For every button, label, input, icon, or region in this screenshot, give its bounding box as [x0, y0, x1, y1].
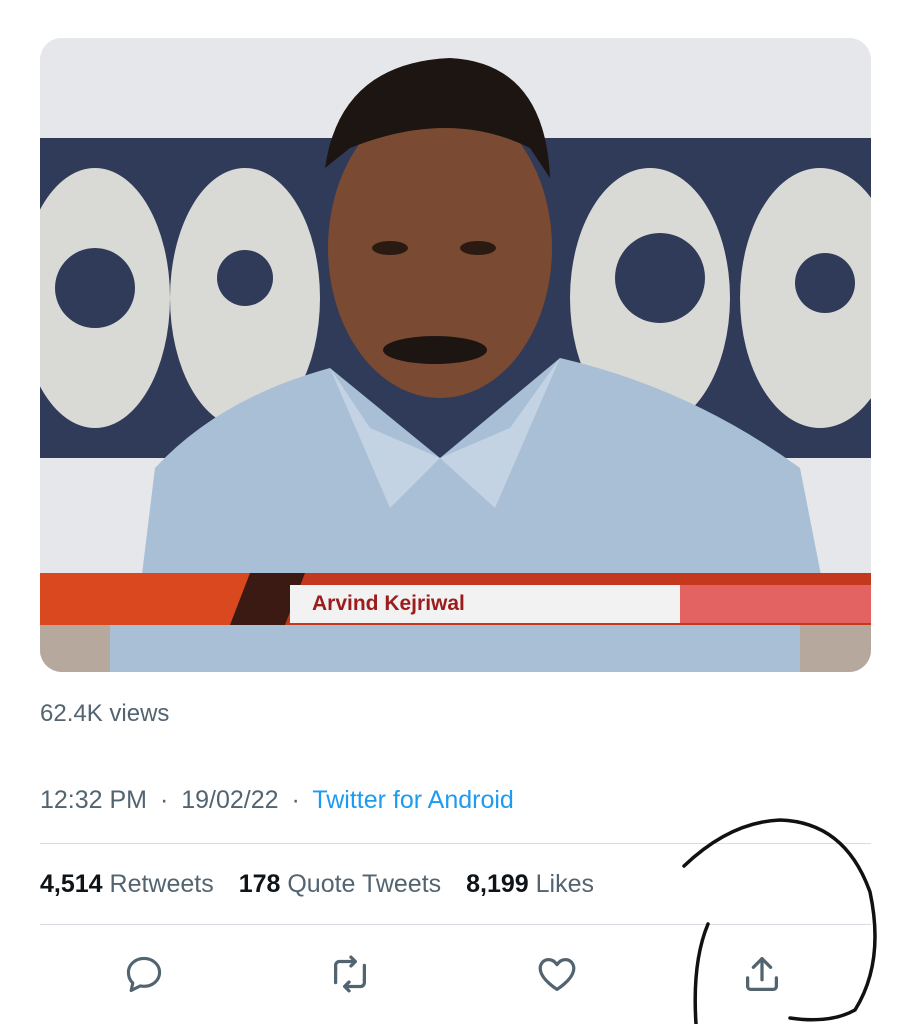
tweet-date[interactable]: 19/02/22	[181, 786, 278, 814]
quote-tweets-stat[interactable]: 178 Quote Tweets	[239, 870, 448, 898]
divider	[40, 843, 871, 844]
tweet-timestamp-line: 12:32 PM · 19/02/22 · Twitter for Androi…	[40, 786, 514, 815]
likes-count: 8,199	[466, 870, 529, 898]
reply-button[interactable]	[120, 950, 168, 998]
video-frame-image	[40, 38, 871, 672]
separator-dot: ·	[159, 786, 169, 814]
quote-tweets-label: Quote Tweets	[287, 870, 442, 898]
tweet-source-link[interactable]: Twitter for Android	[312, 786, 513, 814]
reply-icon	[126, 956, 162, 993]
tweet-media-video[interactable]: Arvind Kejriwal	[40, 38, 871, 672]
tweet-time[interactable]: 12:32 PM	[40, 786, 147, 814]
like-icon	[538, 957, 576, 991]
like-button[interactable]	[533, 950, 581, 998]
retweets-stat[interactable]: 4,514 Retweets	[40, 870, 221, 898]
divider	[40, 924, 871, 925]
likes-label: Likes	[535, 870, 594, 898]
retweet-button[interactable]	[326, 950, 374, 998]
retweets-count: 4,514	[40, 870, 103, 898]
retweet-icon	[333, 955, 367, 993]
share-button[interactable]	[738, 950, 786, 998]
share-icon	[745, 957, 779, 991]
video-name-caption: Arvind Kejriwal	[312, 592, 465, 615]
separator-dot: ·	[291, 786, 300, 814]
quote-tweets-count: 178	[238, 870, 281, 898]
retweets-label: Retweets	[109, 870, 214, 898]
engagement-stats: 4,514 Retweets 178 Quote Tweets 8,199 Li…	[40, 870, 612, 899]
likes-stat[interactable]: 8,199 Likes	[466, 870, 594, 898]
view-count: 62.4K views	[40, 700, 170, 727]
